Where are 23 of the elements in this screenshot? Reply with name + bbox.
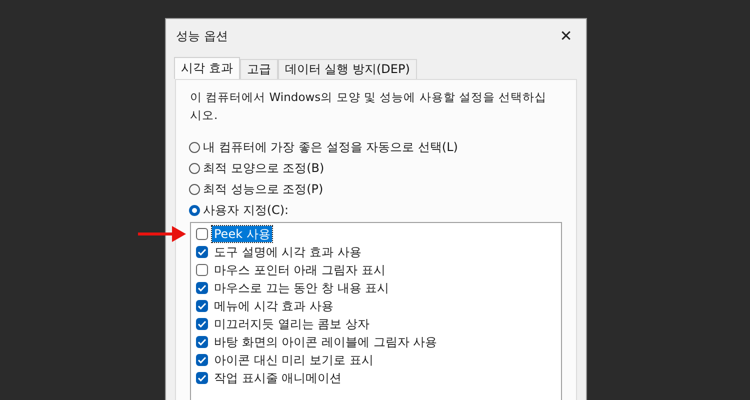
checkbox-label[interactable]: 마우스 포인터 아래 그림자 표시 [212, 262, 388, 278]
checkbox-label[interactable]: Peek 사용 [212, 226, 272, 242]
checkbox-label[interactable]: 미끄러지듯 열리는 콤보 상자 [212, 316, 372, 332]
checkbox-label[interactable]: 메뉴에 시각 효과 사용 [212, 298, 336, 314]
window-title: 성능 옵션 [176, 28, 228, 44]
checkbox-label[interactable]: 작업 표시줄 애니메이션 [212, 370, 344, 386]
radio-option[interactable]: 최적 성능으로 조정(P) [189, 180, 566, 198]
radio-label: 최적 성능으로 조정(P) [203, 180, 324, 198]
description-text: 이 컴퓨터에서 Windows의 모양 및 성능에 사용할 설정을 선택하십시오. [190, 89, 548, 124]
checkbox-label[interactable]: 마우스로 끄는 동안 창 내용 표시 [212, 280, 392, 296]
radio-label: 내 컴퓨터에 가장 좋은 설정을 자동으로 선택(L) [203, 138, 458, 156]
tab[interactable]: 고급 [240, 59, 278, 79]
checkbox-label[interactable]: 아이콘 대신 미리 보기로 표시 [212, 352, 376, 368]
radio-label: 최적 모양으로 조정(B) [203, 160, 324, 176]
radio-option[interactable]: 사용자 지정(C): [189, 201, 566, 219]
tab[interactable]: 데이터 실행 방지(DEP) [278, 59, 417, 79]
radio-option[interactable]: 내 컴퓨터에 가장 좋은 설정을 자동으로 선택(L) [189, 138, 566, 156]
close-button[interactable]: ✕ [546, 21, 586, 51]
tab[interactable]: 시각 효과 [174, 57, 240, 79]
radio-label: 사용자 지정(C): [203, 202, 289, 218]
checkbox-label[interactable]: 도구 설명에 시각 효과 사용 [212, 244, 364, 260]
checkbox-label[interactable]: 바탕 화면의 아이콘 레이블에 그림자 사용 [212, 334, 440, 350]
radio-option[interactable]: 최적 모양으로 조정(B) [189, 159, 566, 177]
